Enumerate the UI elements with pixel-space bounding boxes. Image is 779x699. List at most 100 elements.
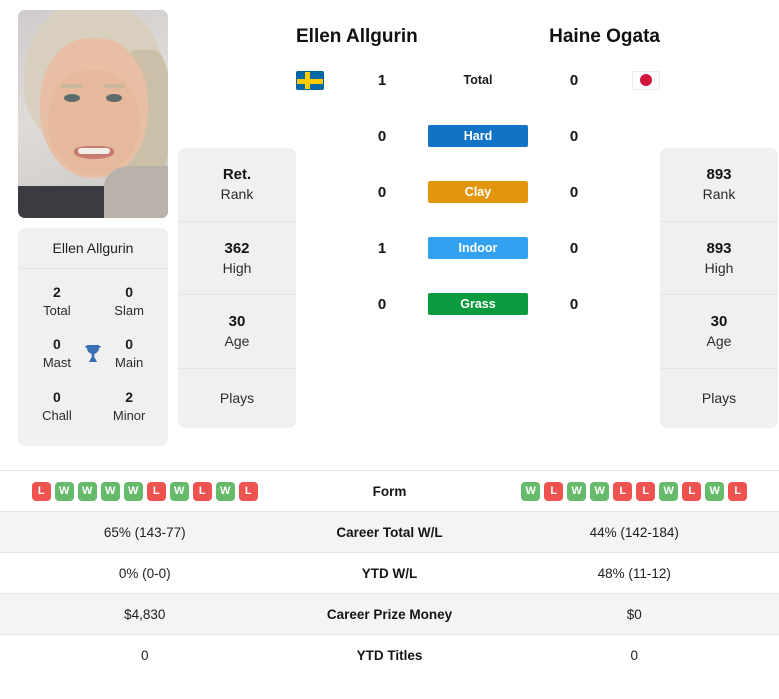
- right-rank-cell: 893 Rank: [660, 148, 778, 222]
- right-ranking-column: 893 Rank 893 High 30 Age Plays: [660, 148, 778, 429]
- surface-badge-indoor[interactable]: Indoor: [428, 237, 528, 259]
- left-titles-minor-label: Minor: [112, 407, 146, 423]
- sweden-flag-icon: [296, 70, 324, 90]
- surface-badge-grass[interactable]: Grass: [428, 293, 528, 315]
- form-badge-win[interactable]: W: [77, 481, 97, 501]
- h2h-right-score-clay: 0: [569, 183, 579, 201]
- form-badge-loss[interactable]: L: [613, 481, 633, 501]
- right-age-value: 30: [710, 313, 728, 331]
- right-age-cell: 30 Age: [660, 295, 778, 369]
- stat-label-career-prize-money: Career Prize Money: [326, 606, 453, 622]
- left-player-photo[interactable]: [18, 10, 168, 218]
- form-badge-win[interactable]: W: [659, 481, 679, 501]
- right-stat-value: $0: [626, 606, 642, 622]
- right-career-prize-money-cell: $0: [490, 607, 779, 622]
- left-titles-main-value: 0: [125, 336, 134, 353]
- form-badge-win[interactable]: W: [123, 481, 143, 501]
- h2h-row-hard: 0 Hard 0: [296, 108, 660, 164]
- h2h-left-score-grass: 0: [377, 295, 387, 313]
- left-player-card-name: Ellen Allgurin: [18, 228, 168, 269]
- left-titles-total-label: Total: [43, 302, 71, 318]
- trophy-icon: [80, 342, 106, 366]
- right-plays-label: Plays: [701, 389, 737, 406]
- left-age-label: Age: [224, 333, 250, 350]
- left-titles-mast: 0 Mast: [34, 335, 80, 371]
- stat-label-form: Form: [372, 483, 407, 499]
- form-badge-win[interactable]: W: [590, 481, 610, 501]
- stat-label-ytd-w-l: YTD W/L: [361, 565, 418, 581]
- h2h-left-score-hard: 0: [377, 127, 387, 145]
- form-badge-win[interactable]: W: [100, 481, 120, 501]
- form-badge-loss[interactable]: L: [544, 481, 564, 501]
- left-rank-label: Rank: [220, 186, 254, 202]
- left-age-value: 30: [228, 313, 246, 331]
- stat-label-career-total-w-l: Career Total W/L: [336, 524, 443, 540]
- table-row: 0 YTD Titles 0: [0, 634, 779, 675]
- right-plays-cell: Plays: [660, 369, 778, 429]
- left-titles-main: 0 Main: [106, 335, 152, 371]
- form-badge-win[interactable]: W: [705, 481, 725, 501]
- form-badge-loss[interactable]: L: [682, 481, 702, 501]
- h2h-row-indoor: 1 Indoor 0: [296, 220, 660, 276]
- right-high-value: 893: [706, 239, 732, 257]
- form-badge-loss[interactable]: L: [728, 481, 748, 501]
- h2h-right-score-hard: 0: [569, 127, 579, 145]
- right-ytd-w-l-cell: 48% (11-12): [490, 566, 779, 581]
- right-age-label: Age: [706, 333, 732, 350]
- form-badge-loss[interactable]: L: [31, 481, 51, 501]
- surface-badge-clay[interactable]: Clay: [428, 181, 528, 203]
- left-titles-mast-value: 0: [53, 336, 61, 353]
- form-badge-win[interactable]: W: [215, 481, 235, 501]
- left-age-cell: 30 Age: [178, 295, 296, 369]
- japan-flag-icon: [632, 70, 660, 90]
- left-ytd-titles-cell: 0: [0, 648, 290, 663]
- h2h-left-score-indoor: 1: [377, 239, 387, 257]
- left-stat-value: 0: [140, 647, 149, 663]
- h2h-right-score-total: 0: [569, 71, 579, 89]
- form-badge-loss[interactable]: L: [238, 481, 258, 501]
- form-badge-loss[interactable]: L: [636, 481, 656, 501]
- h2h-left-score-clay: 0: [377, 183, 387, 201]
- left-titles-slam-label: Slam: [114, 302, 144, 318]
- form-badge-win[interactable]: W: [521, 481, 541, 501]
- left-ranking-column: Ret. Rank 362 High 30 Age Plays: [178, 148, 296, 429]
- right-rank-value: 893: [706, 166, 732, 183]
- table-row: 65% (143-77) Career Total W/L 44% (142-184…: [0, 511, 779, 552]
- left-titles-chall: 0 Chall: [34, 388, 80, 424]
- form-badge-win[interactable]: W: [169, 481, 189, 501]
- left-career-prize-money-cell: $4,830: [0, 607, 290, 622]
- surface-badge-hard[interactable]: Hard: [428, 125, 528, 147]
- left-stat-value: $4,830: [124, 606, 166, 622]
- table-row: L W W W W L W L W L Form W L W W L L W L W L: [0, 470, 779, 511]
- stat-label-ytd-titles: YTD Titles: [356, 647, 423, 663]
- right-stat-value: 48% (11-12): [597, 565, 671, 581]
- left-plays-label: Plays: [219, 389, 255, 406]
- right-rank-label: Rank: [702, 186, 736, 202]
- form-badge-win[interactable]: W: [54, 481, 74, 501]
- h2h-row-total: 1 Total 0: [296, 52, 660, 108]
- h2h-row-clay: 0 Clay 0: [296, 164, 660, 220]
- left-stat-value: 0% (0-0): [118, 565, 171, 581]
- player-names-row: Ellen Allgurin Haine Ogata: [296, 10, 660, 48]
- left-career-total-w-l-cell: 65% (143-77): [0, 525, 290, 540]
- right-stat-value: 44% (142-184): [589, 524, 679, 540]
- right-player-name: Haine Ogata: [549, 26, 660, 47]
- left-form-cell: LWWWWLWLWL: [0, 481, 290, 501]
- left-titles-chall-value: 0: [53, 388, 61, 405]
- left-titles-minor-value: 2: [125, 388, 134, 405]
- right-career-total-w-l-cell: 44% (142-184): [490, 525, 779, 540]
- player-comparison-header: Ellen Allgurin 2 Total 0 Slam 0 Mast 0 M…: [0, 0, 779, 470]
- h2h-total-label: Total: [463, 73, 493, 87]
- left-high-value: 362: [224, 239, 250, 257]
- left-titles-minor: 2 Minor: [106, 388, 152, 424]
- h2h-left-score-total: 1: [377, 71, 387, 89]
- table-row: $4,830 Career Prize Money $0: [0, 593, 779, 634]
- right-high-cell: 893 High: [660, 222, 778, 296]
- form-badge-win[interactable]: W: [567, 481, 587, 501]
- form-badge-loss[interactable]: L: [192, 481, 212, 501]
- h2h-right-score-indoor: 0: [569, 239, 579, 257]
- form-badge-loss[interactable]: L: [146, 481, 166, 501]
- left-rank-value: Ret.: [222, 166, 252, 183]
- left-high-cell: 362 High: [178, 222, 296, 296]
- left-titles-chall-label: Chall: [42, 407, 72, 423]
